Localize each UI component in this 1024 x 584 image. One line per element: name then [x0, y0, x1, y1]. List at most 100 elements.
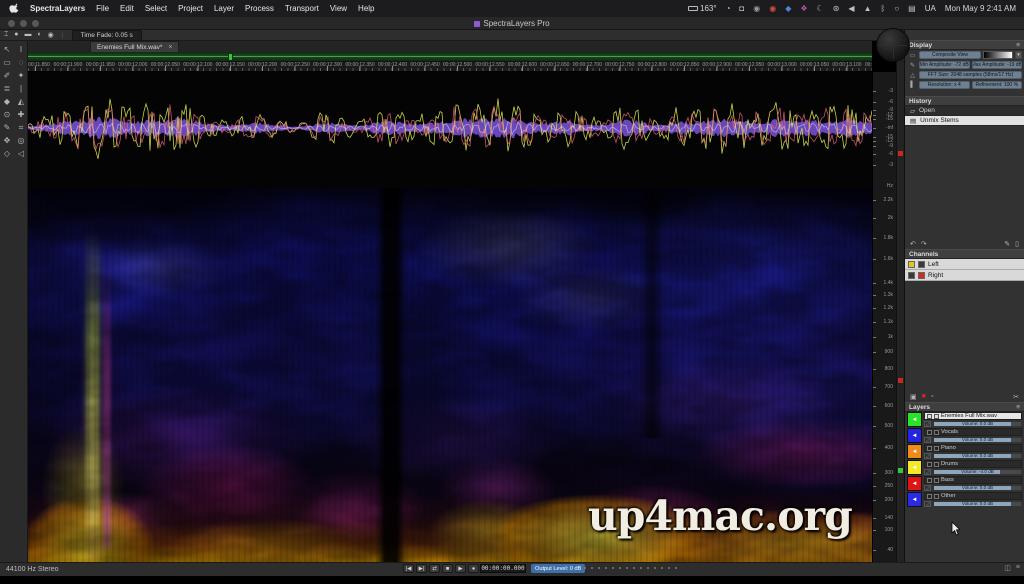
layer-volume-slider[interactable]: Volume: 0.0 dB: [933, 485, 1022, 491]
playhead-marker[interactable]: [228, 53, 233, 61]
spectralayers-status-icon[interactable]: ◆: [785, 5, 791, 13]
colormap-swatch[interactable]: [983, 51, 1013, 59]
record-button[interactable]: ●: [468, 564, 479, 573]
volume-icon[interactable]: ◀: [848, 5, 854, 13]
max-amplitude-button[interactable]: Max Amplitude: -19 dB: [972, 61, 1023, 69]
bluetooth-icon[interactable]: ᛒ: [881, 5, 886, 13]
display-icon[interactable]: ▤: [908, 5, 916, 13]
overview-navigation-band[interactable]: [28, 52, 872, 62]
layer-volume-slider[interactable]: Volume: 0.0 dB: [933, 437, 1022, 443]
hand-tool[interactable]: ✥: [0, 134, 14, 147]
layer-transform-icon[interactable]: ◿: [924, 453, 931, 459]
layer-name-row[interactable]: Bass: [924, 476, 1022, 484]
layer-transform-icon[interactable]: ◿: [924, 421, 931, 427]
redo-icon[interactable]: ↷: [921, 240, 927, 248]
layer-volume-slider[interactable]: Volume: 0.0 dB: [933, 453, 1022, 459]
layer-color-swatch[interactable]: ◄: [907, 492, 922, 507]
layer-name-row[interactable]: Piano: [924, 444, 1022, 452]
layer-volume-slider[interactable]: Volume: 0.0 dB: [933, 421, 1022, 427]
history-item-open[interactable]: ▱Open: [905, 106, 1024, 116]
layer-visibility-checkbox[interactable]: [927, 494, 932, 499]
display-menu-icon[interactable]: ≡: [1016, 42, 1020, 49]
vertical-scroll-strip[interactable]: [896, 30, 904, 562]
delete-channel-icon[interactable]: ▯: [1015, 240, 1019, 248]
channel-row-right[interactable]: Right: [905, 270, 1024, 281]
apple-menu-icon[interactable]: [8, 3, 20, 14]
layer-visibility-checkbox[interactable]: [927, 414, 932, 419]
menu-layer[interactable]: Layer: [214, 4, 234, 13]
layer-enemies-full-mix-wav[interactable]: ◄Enemies Full Mix.wav◿Volume: 0.0 dB: [905, 412, 1024, 428]
channel-row-left[interactable]: Left: [905, 259, 1024, 270]
menu-transport[interactable]: Transport: [285, 4, 319, 13]
channel-color-box[interactable]: [918, 261, 925, 268]
moon-icon[interactable]: ☾: [817, 5, 824, 13]
menu-edit[interactable]: Edit: [120, 4, 134, 13]
layer-visibility-checkbox[interactable]: [927, 462, 932, 467]
history-section-header[interactable]: History: [905, 96, 1024, 106]
waveform-display[interactable]: [28, 72, 872, 188]
layer-name-row[interactable]: Other: [924, 492, 1022, 500]
time-machine-icon[interactable]: ◔: [726, 5, 731, 13]
layer-piano[interactable]: ◄Piano◿Volume: 0.0 dB: [905, 444, 1024, 460]
layer-solo-checkbox[interactable]: [934, 462, 939, 467]
istat-icon[interactable]: ❖: [800, 5, 807, 13]
lasso-selection-tool[interactable]: ◌: [14, 56, 28, 69]
channel-color-box[interactable]: [918, 272, 925, 279]
layer-volume-slider[interactable]: Volume: -4.0 dB: [933, 469, 1022, 475]
time-fade-field[interactable]: Time Fade: 0.05 s: [72, 30, 142, 41]
battery-icon[interactable]: 163°: [688, 4, 717, 13]
app-badge-icon[interactable]: ◉: [753, 5, 760, 13]
menu-spectralayers[interactable]: SpectraLayers: [30, 4, 85, 13]
time-selection-tool[interactable]: I: [14, 43, 28, 56]
layer-color-swatch[interactable]: ◄: [907, 444, 922, 459]
select-add-icon[interactable]: ▬: [24, 31, 31, 39]
heal-tool[interactable]: ✚: [14, 108, 28, 121]
layer-name-row[interactable]: Drums: [924, 460, 1022, 468]
layer-transform-icon[interactable]: ◿: [924, 469, 931, 475]
layer-transform-icon[interactable]: ◿: [924, 437, 931, 443]
menu-help[interactable]: Help: [358, 4, 374, 13]
undo-icon[interactable]: ↶: [910, 240, 916, 248]
3d-navigation-sphere[interactable]: [876, 28, 910, 62]
layer-vocals[interactable]: ◄Vocals◿Volume: 0.0 dB: [905, 428, 1024, 444]
layer-color-swatch[interactable]: ◄: [907, 460, 922, 475]
layers-menu-icon[interactable]: ≡: [1016, 404, 1020, 411]
pencil-tool[interactable]: ✎: [0, 121, 14, 134]
layer-name-row[interactable]: Vocals: [924, 428, 1022, 436]
gear-icon[interactable]: ⊛: [833, 5, 840, 13]
layer-other[interactable]: ◄Other◿Volume: 0.0 dB: [905, 492, 1024, 508]
layers-section-header[interactable]: Layers≡: [905, 402, 1024, 412]
menu-file[interactable]: File: [96, 4, 109, 13]
layer-volume-slider[interactable]: Volume: 0.0 dB: [933, 501, 1022, 507]
layer-drums[interactable]: ◄Drums◿Volume: -4.0 dB: [905, 460, 1024, 476]
scissors-icon[interactable]: ✂: [1013, 393, 1019, 401]
channel-select-box[interactable]: [908, 272, 915, 279]
magic-wand-tool[interactable]: ✦: [14, 69, 28, 82]
menu-project[interactable]: Project: [178, 4, 203, 13]
cursor-range-icon[interactable]: ⌶: [4, 31, 8, 39]
fft-size-button[interactable]: FFT Size: 2048 samples (58ms/17 Hz): [919, 71, 1022, 79]
rectangle-selection-tool[interactable]: ▭: [0, 56, 14, 69]
stop-button[interactable]: ■: [442, 564, 453, 573]
edit-channel-icon[interactable]: ✎: [1004, 240, 1010, 248]
spotlight-icon[interactable]: ○: [894, 5, 899, 13]
go-to-start-button[interactable]: |◀: [403, 564, 414, 573]
colormap-options-button[interactable]: ▾: [1015, 51, 1022, 59]
zoom-tool[interactable]: ◎: [14, 134, 28, 147]
amplify-tool[interactable]: ◭: [14, 95, 28, 108]
play-button[interactable]: ▶: [455, 564, 466, 573]
red-app-icon[interactable]: ◉: [769, 5, 776, 13]
layer-visibility-checkbox[interactable]: [927, 478, 932, 483]
output-level-button[interactable]: Output Level: 0 dB: [531, 564, 585, 573]
clone-stamp-tool[interactable]: ⊙: [0, 108, 14, 121]
layer-transform-icon[interactable]: ◿: [924, 501, 931, 507]
layer-color-swatch[interactable]: ◄: [907, 476, 922, 491]
layer-solo-checkbox[interactable]: [934, 478, 939, 483]
layer-name-row[interactable]: Enemies Full Mix.wav: [924, 412, 1022, 420]
layer-visibility-checkbox[interactable]: [927, 430, 932, 435]
layer-transform-icon[interactable]: ◿: [924, 485, 931, 491]
select-intersect-icon[interactable]: ◉: [48, 31, 54, 39]
resolution-button[interactable]: Resolution: x 4: [919, 81, 970, 89]
harmonics-selection-tool[interactable]: ≣: [0, 82, 14, 95]
layer-solo-checkbox[interactable]: [934, 414, 939, 419]
